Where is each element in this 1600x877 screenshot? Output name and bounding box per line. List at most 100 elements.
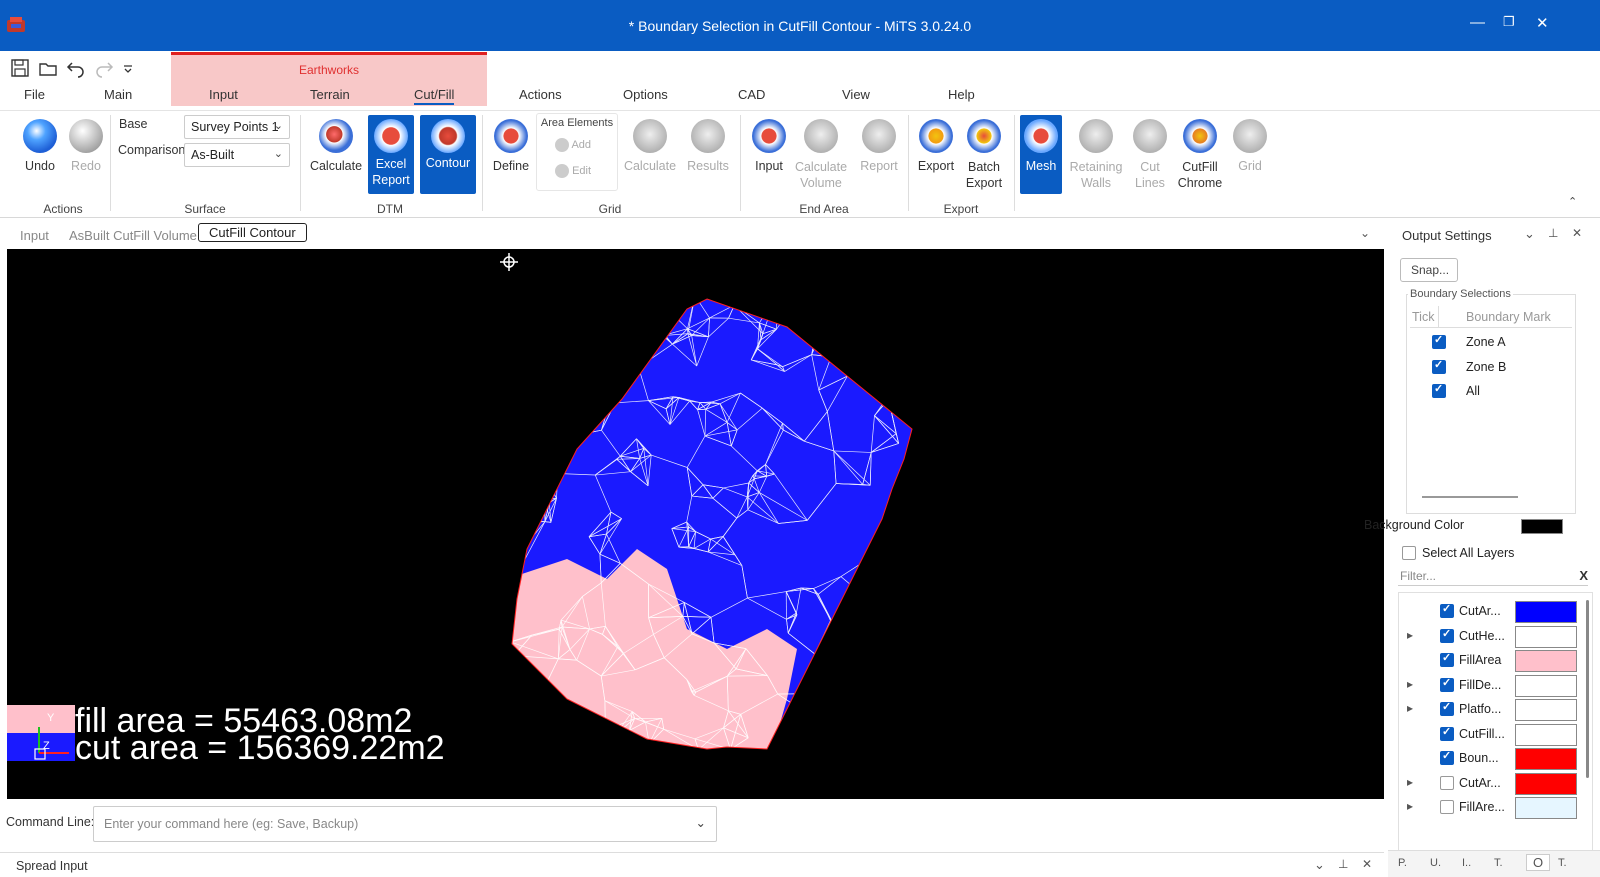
layer-visibility-checkbox[interactable] xyxy=(1440,749,1454,765)
vertical-scrollbar[interactable] xyxy=(1586,600,1589,778)
cutfill-chrome-button[interactable]: CutFill Chrome xyxy=(1174,119,1226,191)
tab-cad[interactable]: CAD xyxy=(738,87,765,102)
layer-row[interactable]: CutAr... xyxy=(1399,600,1589,624)
snap-button[interactable]: Snap... xyxy=(1400,258,1458,282)
layer-visibility-checkbox[interactable] xyxy=(1440,775,1454,790)
doc-tab-input[interactable]: Input xyxy=(20,228,49,243)
results-button[interactable]: Results xyxy=(682,119,734,173)
tab-input[interactable]: Input xyxy=(209,87,238,102)
minimize-button[interactable]: — xyxy=(1470,14,1485,31)
tab-options[interactable]: Options xyxy=(623,87,668,102)
chevron-down-icon[interactable]: ⌄ xyxy=(696,815,706,830)
panel-dropdown-icon[interactable]: ⌄ xyxy=(1524,226,1535,242)
pin-icon[interactable]: ⊥ xyxy=(1548,226,1558,240)
contour-button[interactable]: Contour xyxy=(420,115,476,194)
batch-export-button[interactable]: Batch Export xyxy=(960,119,1008,191)
layer-color-swatch[interactable] xyxy=(1515,650,1577,672)
side-panel-tab[interactable]: T. xyxy=(1558,857,1567,869)
layer-row[interactable]: ▸ FillDe... xyxy=(1399,674,1589,698)
layer-color-swatch[interactable] xyxy=(1515,797,1577,819)
background-color-swatch[interactable] xyxy=(1521,519,1563,534)
retaining-walls-button[interactable]: Retaining Walls xyxy=(1068,119,1124,191)
maximize-button[interactable]: ❐ xyxy=(1503,14,1515,30)
layer-color-swatch[interactable] xyxy=(1515,772,1577,795)
layer-color-swatch[interactable] xyxy=(1515,625,1577,648)
zone-a-checkbox[interactable] xyxy=(1432,333,1446,349)
clear-filter-icon[interactable]: X xyxy=(1579,568,1588,583)
side-panel-tab[interactable]: O xyxy=(1526,854,1551,871)
layer-row[interactable]: ▸ CutAr... xyxy=(1399,772,1589,796)
layer-color-swatch[interactable] xyxy=(1515,601,1577,623)
all-checkbox[interactable] xyxy=(1432,382,1446,398)
layer-row[interactable]: ▸ CutHe... xyxy=(1399,625,1589,649)
end-area-report-button[interactable]: Report xyxy=(854,119,904,173)
tab-actions[interactable]: Actions xyxy=(519,87,562,102)
save-icon[interactable] xyxy=(10,58,30,78)
zone-b-checkbox[interactable] xyxy=(1432,358,1446,374)
excel-report-button[interactable]: Excel Report xyxy=(368,115,414,194)
close-button[interactable]: ✕ xyxy=(1536,14,1549,32)
expand-arrow-icon[interactable]: ▸ xyxy=(1407,628,1413,642)
open-folder-icon[interactable] xyxy=(38,58,58,78)
customize-qat-icon[interactable] xyxy=(122,58,134,78)
grid-button[interactable]: Grid xyxy=(1230,119,1270,173)
select-all-layers-checkbox[interactable] xyxy=(1402,546,1416,560)
doc-tab-cutfill-contour[interactable]: CutFill Contour xyxy=(198,223,307,242)
cut-lines-button[interactable]: Cut Lines xyxy=(1128,119,1172,191)
expand-arrow-icon[interactable]: ▸ xyxy=(1407,701,1413,715)
grid-calculate-button[interactable]: Calculate xyxy=(622,119,678,173)
layer-color-swatch[interactable] xyxy=(1515,674,1577,697)
expand-arrow-icon[interactable]: ▸ xyxy=(1407,775,1413,789)
tab-help[interactable]: Help xyxy=(948,87,975,102)
collapse-ribbon-icon[interactable]: ⌃ xyxy=(1568,195,1577,208)
calculate-volume-button[interactable]: Calculate Volume xyxy=(790,119,852,191)
layer-visibility-checkbox[interactable] xyxy=(1440,700,1454,716)
side-panel-tab[interactable]: U. xyxy=(1430,857,1441,869)
tab-cut-fill[interactable]: Cut/Fill xyxy=(414,87,455,105)
layer-visibility-checkbox[interactable] xyxy=(1440,725,1454,741)
dtm-calculate-button[interactable]: Calculate xyxy=(309,119,363,173)
layer-color-swatch[interactable] xyxy=(1515,723,1577,746)
layer-visibility-checkbox[interactable] xyxy=(1440,627,1454,643)
undo-icon[interactable] xyxy=(66,58,86,78)
side-panel-tab[interactable]: I.. xyxy=(1462,857,1471,869)
add-area-element-button[interactable]: Add xyxy=(555,138,591,152)
mesh-button[interactable]: Mesh xyxy=(1020,115,1062,194)
layer-row[interactable]: FillArea xyxy=(1399,649,1589,673)
horizontal-scrollbar[interactable] xyxy=(1422,496,1518,498)
export-button[interactable]: Export xyxy=(914,119,958,173)
comparison-dropdown[interactable]: As-Built ⌄ xyxy=(184,143,290,167)
layer-visibility-checkbox[interactable] xyxy=(1440,651,1454,667)
boundary-row[interactable]: Zone B xyxy=(1410,355,1572,379)
layer-row[interactable]: ▸ Platfo... xyxy=(1399,698,1589,722)
boundary-row[interactable]: All xyxy=(1410,379,1572,403)
define-button[interactable]: Define xyxy=(487,119,535,173)
expand-arrow-icon[interactable]: ▸ xyxy=(1407,677,1413,691)
layer-visibility-checkbox[interactable] xyxy=(1440,676,1454,692)
layer-visibility-checkbox[interactable] xyxy=(1440,602,1454,618)
edit-area-element-button[interactable]: Edit xyxy=(555,164,591,178)
layer-filter-input[interactable]: Filter... X xyxy=(1398,566,1588,586)
cad-viewport[interactable]: Y Z fill area = 55463.08m2 cut area = 15… xyxy=(7,249,1384,799)
undo-button[interactable]: Undo xyxy=(18,119,62,173)
pin-icon[interactable]: ⊥ xyxy=(1338,857,1348,871)
tabs-dropdown-icon[interactable]: ⌄ xyxy=(1360,226,1370,240)
layer-color-swatch[interactable] xyxy=(1515,699,1577,721)
close-panel-icon[interactable]: ✕ xyxy=(1362,857,1372,871)
close-panel-icon[interactable]: ✕ xyxy=(1572,226,1582,240)
redo-icon[interactable] xyxy=(94,58,114,78)
side-panel-tab[interactable]: P. xyxy=(1398,857,1407,869)
layer-row[interactable]: ▸ FillAre... xyxy=(1399,796,1589,820)
layer-visibility-checkbox[interactable] xyxy=(1440,800,1454,814)
panel-dropdown-icon[interactable]: ⌄ xyxy=(1314,857,1325,873)
tab-terrain[interactable]: Terrain xyxy=(310,87,350,102)
tab-main[interactable]: Main xyxy=(104,87,132,102)
redo-button[interactable]: Redo xyxy=(64,119,108,173)
end-area-input-button[interactable]: Input xyxy=(748,119,790,173)
tab-view[interactable]: View xyxy=(842,87,870,102)
expand-arrow-icon[interactable]: ▸ xyxy=(1407,799,1413,813)
layer-color-swatch[interactable] xyxy=(1515,748,1577,770)
boundary-row[interactable]: Zone A xyxy=(1410,330,1572,354)
command-input[interactable]: Enter your command here (eg: Save, Backu… xyxy=(93,806,717,842)
layer-row[interactable]: CutFill... xyxy=(1399,723,1589,747)
